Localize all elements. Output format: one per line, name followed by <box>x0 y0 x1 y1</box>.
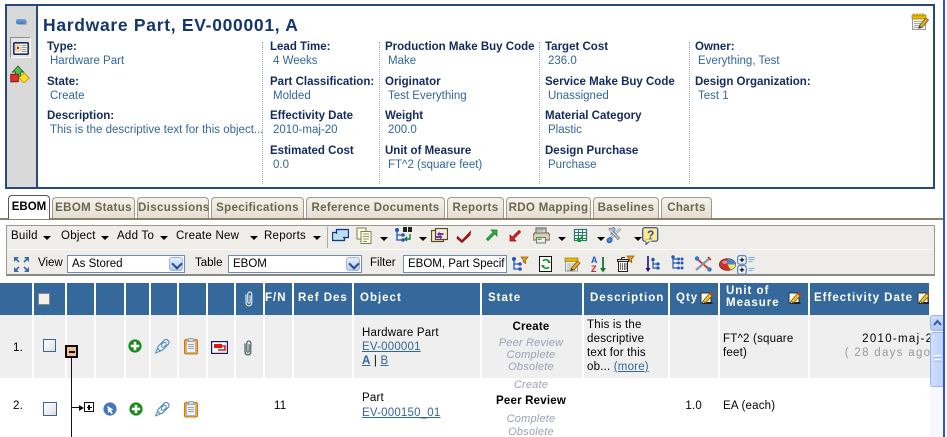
svg-text:?: ? <box>647 228 654 242</box>
svg-text:Z: Z <box>591 264 597 273</box>
